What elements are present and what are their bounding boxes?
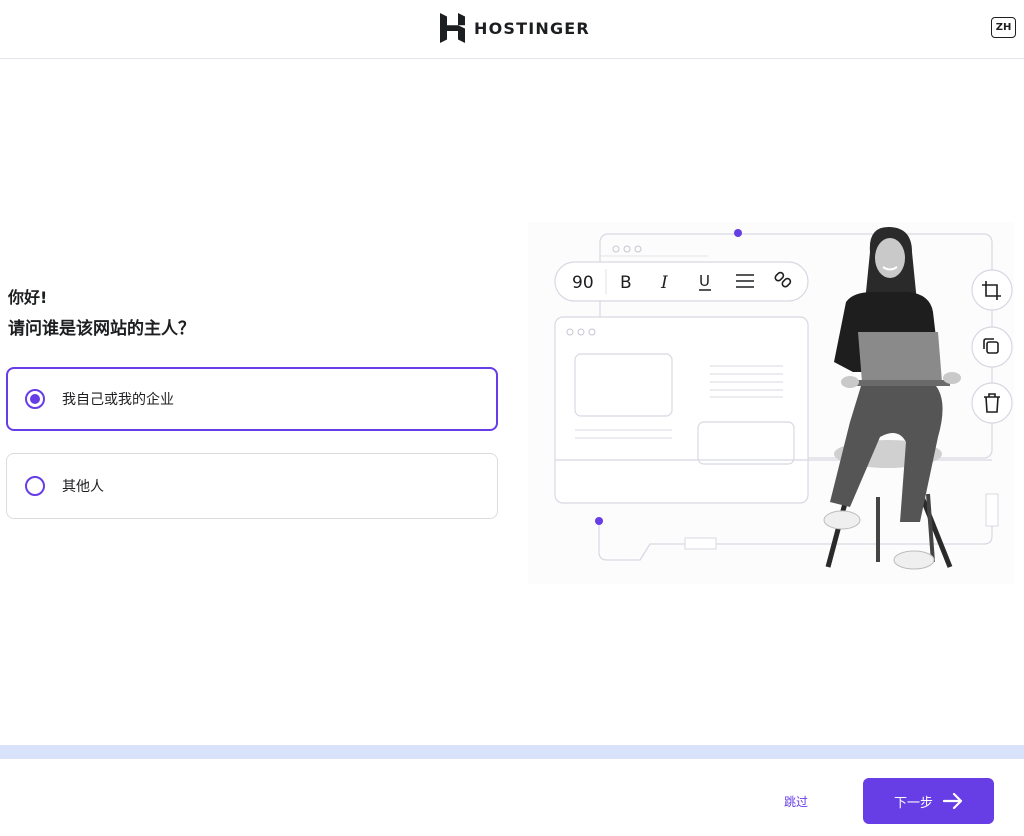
hostinger-logo-icon [440, 13, 465, 43]
toolbar-font-size: 90 [572, 273, 594, 293]
crop-icon [971, 269, 1013, 311]
radio-checked[interactable] [25, 389, 45, 409]
copy-icon [971, 326, 1013, 368]
radio-unchecked[interactable] [25, 476, 45, 496]
radio-dot [30, 394, 40, 404]
skip-link[interactable]: 跳过 [784, 793, 808, 810]
top-bar: HOSTINGER ZH [0, 0, 1024, 59]
front-window-frame [554, 316, 809, 504]
language-selector[interactable]: ZH [991, 17, 1016, 38]
option-myself-or-business[interactable]: 我自己或我的企业 [6, 367, 498, 431]
brand-name: HOSTINGER [474, 18, 590, 38]
greeting-text: 你好! [8, 288, 48, 307]
website-builder-illustration: 90 B I U [528, 222, 1014, 584]
next-step-button[interactable]: 下一步 [863, 778, 994, 824]
bold-icon: B [620, 273, 632, 293]
hostinger-logo[interactable]: HOSTINGER [440, 13, 590, 43]
next-step-label: 下一步 [893, 795, 933, 811]
trash-icon [971, 382, 1013, 424]
progress-bar [0, 745, 1024, 759]
anchor-dot-bottom [595, 517, 603, 525]
option-label: 我自己或我的企业 [62, 392, 174, 408]
italic-icon: I [660, 273, 668, 293]
question-heading: 请问谁是该网站的主人？ [8, 319, 195, 339]
underline-icon: U [699, 272, 710, 290]
anchor-dot-top [734, 229, 742, 237]
option-someone-else[interactable]: 其他人 [6, 453, 498, 519]
arrow-right-icon [943, 793, 963, 809]
option-label: 其他人 [62, 479, 104, 495]
